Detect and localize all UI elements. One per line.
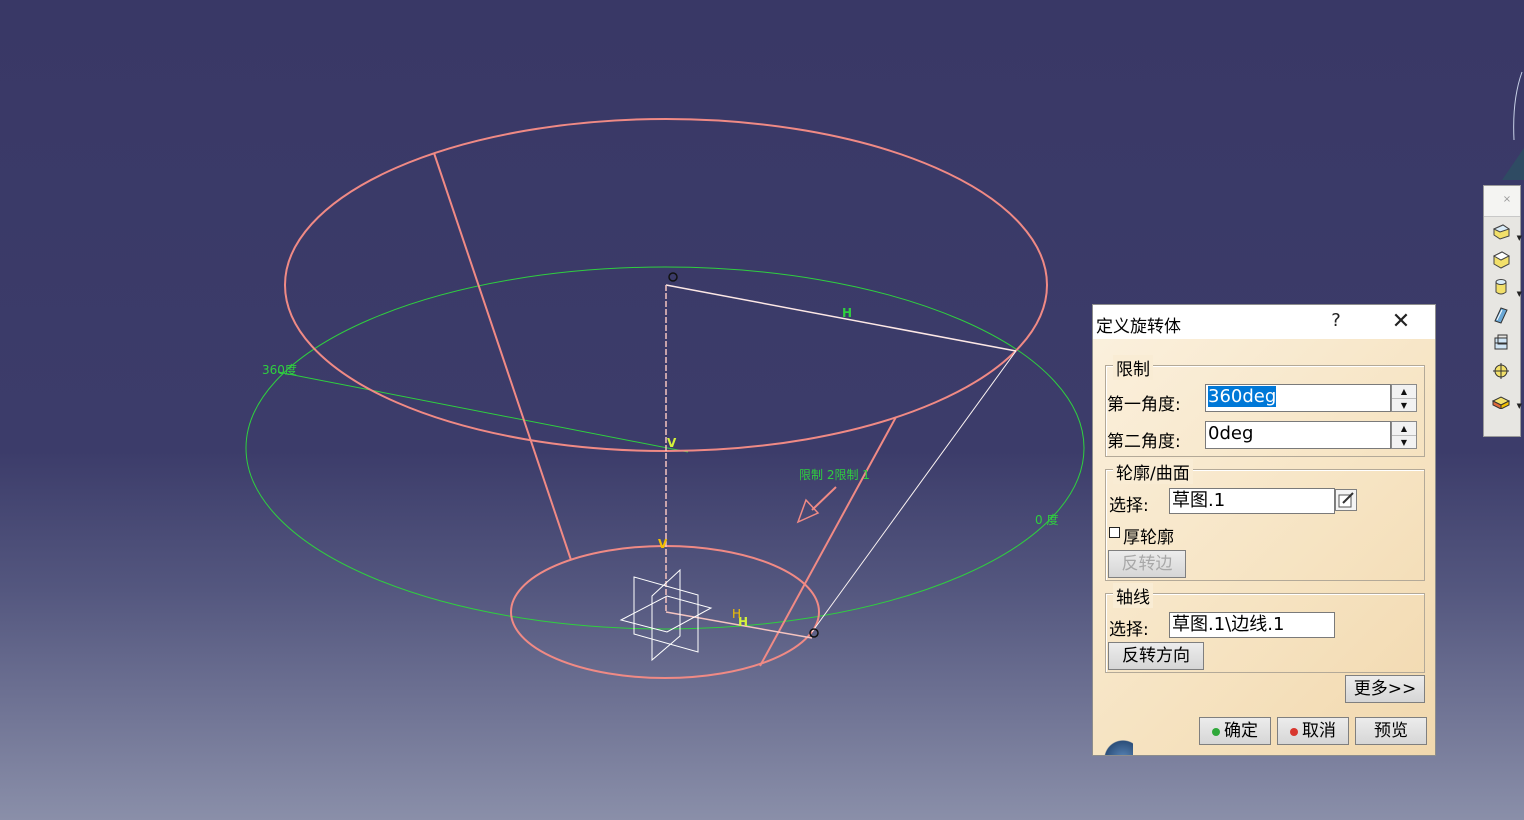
horizontal-constraint-bottom-2: H <box>732 607 741 621</box>
rib-icon[interactable] <box>1487 301 1517 329</box>
axis-system-icon <box>619 568 713 662</box>
sketch-edit-icon[interactable] <box>1335 489 1357 511</box>
generator-line-right <box>759 416 897 667</box>
dialog-titlebar[interactable]: 定义旋转体 ? ✕ <box>1093 305 1435 339</box>
preview-button[interactable]: 预览 <box>1355 717 1427 745</box>
direction-arrow-icon[interactable] <box>796 486 837 524</box>
reverse-direction-button[interactable]: 反转方向 <box>1108 642 1204 670</box>
toolbar-header[interactable]: × <box>1484 186 1520 217</box>
hole-icon[interactable] <box>1487 357 1517 385</box>
profile-select-input[interactable]: 草图.1 <box>1169 488 1335 514</box>
thick-profile-checkbox[interactable] <box>1109 527 1120 538</box>
spin-down-icon[interactable]: ▼ <box>1392 436 1416 449</box>
sketch-based-features-toolbar: × ▼ ▼ ▼ <box>1483 185 1522 437</box>
compass-icon[interactable] <box>1488 70 1524 180</box>
limits-group-title: 限制 <box>1113 355 1153 380</box>
second-angle-label: 第二角度: <box>1107 432 1181 452</box>
profile-select-label: 选择: <box>1109 496 1149 516</box>
shaft-icon[interactable]: ▼ <box>1487 273 1522 301</box>
close-button[interactable]: ✕ <box>1387 309 1415 335</box>
spin-down-icon[interactable]: ▼ <box>1392 399 1416 412</box>
limits-annotation[interactable]: 限制 2限制 1 <box>799 468 870 482</box>
3d-viewport[interactable]: H V V H H 360度 0 度 限制 2限制 1 × ▼ ▼ ▼ 定义旋转… <box>0 0 1524 820</box>
axis-group-title: 轴线 <box>1113 583 1153 608</box>
ok-icon <box>1212 728 1220 736</box>
bottom-profile-circle <box>510 545 820 679</box>
first-angle-spinner[interactable]: ▲ ▼ <box>1391 384 1417 412</box>
second-angle-spinner[interactable]: ▲ ▼ <box>1391 421 1417 449</box>
pocket-icon[interactable] <box>1487 245 1517 273</box>
second-angle-input[interactable]: 0deg <box>1205 421 1391 449</box>
ok-button[interactable]: 确定 <box>1199 717 1271 745</box>
revolve-definition-dialog: 定义旋转体 ? ✕ 限制 第一角度: 360deg ▲ ▼ 第二角度: 0deg … <box>1092 304 1436 756</box>
angle-annotation-0[interactable]: 0 度 <box>1035 512 1058 527</box>
axis-select-input[interactable]: 草图.1\边线.1 <box>1169 612 1335 638</box>
stiffener-icon[interactable]: ▼ <box>1487 385 1522 413</box>
first-angle-label: 第一角度: <box>1107 395 1181 415</box>
toolbar-close-button[interactable]: × <box>1500 193 1514 207</box>
sketch-top-line <box>665 284 1017 352</box>
more-button[interactable]: 更多>> <box>1345 675 1425 703</box>
dialog-title: 定义旋转体 <box>1096 317 1181 337</box>
axis-select-label: 选择: <box>1109 620 1149 640</box>
profile-group-title: 轮廓/曲面 <box>1113 459 1193 484</box>
vertical-constraint-bottom: V <box>658 537 668 551</box>
generator-line-edge <box>811 350 1017 633</box>
help-button[interactable]: ? <box>1325 310 1347 334</box>
sketch-point-top <box>668 272 678 282</box>
horizontal-constraint-top: H <box>842 306 852 320</box>
first-angle-input[interactable]: 360deg <box>1205 384 1391 412</box>
cancel-button[interactable]: 取消 <box>1277 717 1349 745</box>
catia-globe-logo <box>1093 729 1133 755</box>
spin-up-icon[interactable]: ▲ <box>1392 385 1416 399</box>
limit-2-line <box>277 371 689 453</box>
multi-section-icon[interactable] <box>1487 329 1517 357</box>
pad-icon[interactable]: ▼ <box>1487 217 1522 245</box>
generator-line-left <box>433 152 572 561</box>
thick-profile-label: 厚轮廓 <box>1123 528 1174 548</box>
vertical-constraint-mid: V <box>667 436 677 450</box>
reverse-side-button[interactable]: 反转边 <box>1108 550 1186 578</box>
spin-up-icon[interactable]: ▲ <box>1392 422 1416 436</box>
angle-annotation-360[interactable]: 360度 <box>262 362 297 377</box>
cancel-icon <box>1290 728 1298 736</box>
